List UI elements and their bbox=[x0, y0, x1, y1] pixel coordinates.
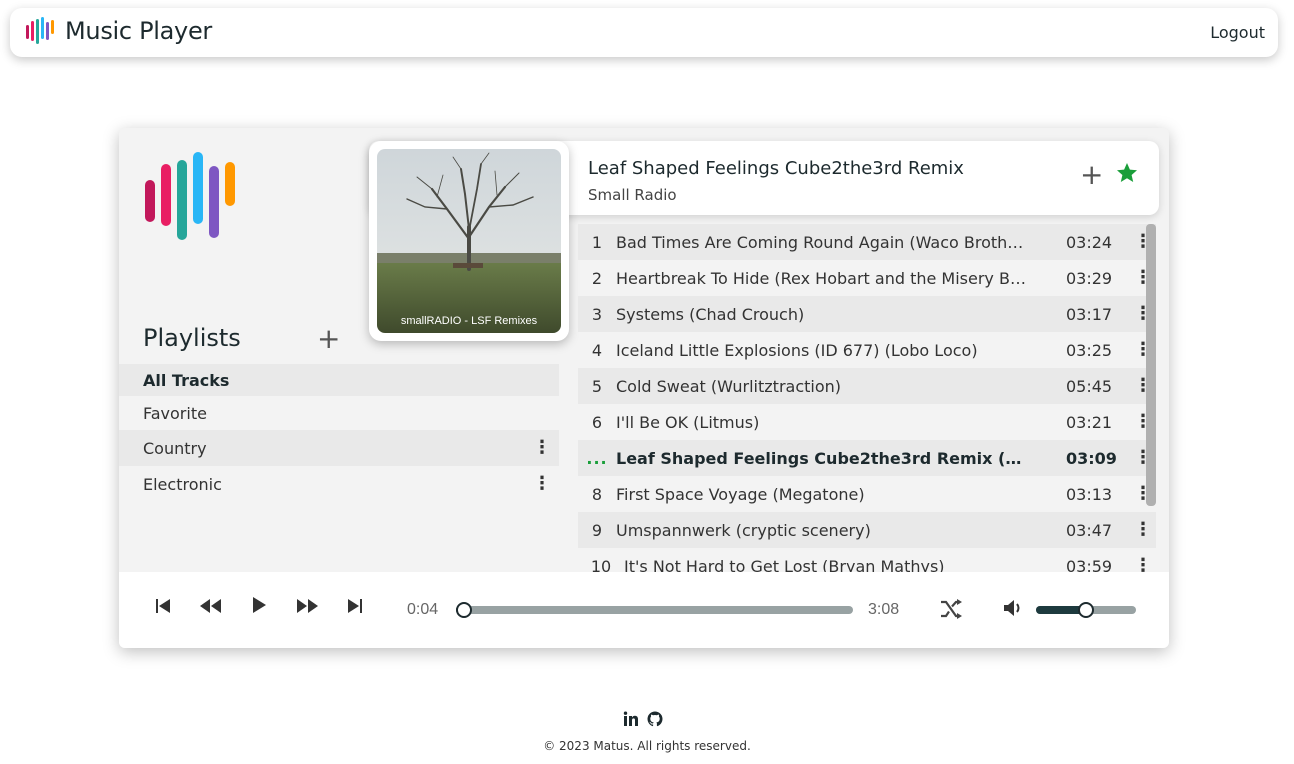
fast-forward-icon[interactable] bbox=[295, 598, 319, 614]
play-icon[interactable] bbox=[251, 596, 267, 614]
track-number: 5 bbox=[591, 376, 603, 396]
track-name: Leaf Shaped Feelings Cube2the3rd Remix (… bbox=[616, 448, 1066, 468]
progress-thumb[interactable] bbox=[455, 602, 472, 618]
track-name: Cold Sweat (Wurlitztraction) bbox=[616, 376, 842, 396]
playing-indicator: ... bbox=[586, 448, 608, 468]
social-links bbox=[623, 711, 663, 727]
kebab-icon[interactable]: ⋮ bbox=[1134, 377, 1152, 395]
kebab-icon[interactable]: ⋮ bbox=[1134, 485, 1152, 503]
shuffle-icon[interactable] bbox=[939, 598, 963, 620]
track-duration: 03:59 bbox=[1066, 556, 1113, 573]
kebab-icon[interactable]: ⋮ bbox=[1134, 341, 1152, 359]
track-duration: 03:47 bbox=[1066, 520, 1113, 540]
playlist-list: All Tracks Favorite Country ⋮ Electronic… bbox=[119, 364, 559, 502]
playlist-label: All Tracks bbox=[143, 370, 230, 390]
track-number: 8 bbox=[591, 484, 603, 504]
track-name: Umspannwerk (cryptic scenery) bbox=[616, 520, 871, 540]
album-art-frame: smallRADIO - LSF Remixes bbox=[369, 141, 569, 341]
track-number: 6 bbox=[591, 412, 603, 432]
star-icon[interactable] bbox=[1115, 161, 1139, 185]
progress-slider[interactable] bbox=[455, 602, 853, 618]
add-playlist-button[interactable]: + bbox=[317, 325, 340, 353]
track-duration: 03:09 bbox=[1066, 448, 1117, 468]
track-number: 10 bbox=[590, 556, 612, 573]
track-name: Heartbreak To Hide (Rex Hobart and the M… bbox=[616, 268, 1044, 288]
volume-thumb[interactable] bbox=[1078, 602, 1094, 618]
kebab-icon[interactable]: ⋮ bbox=[1134, 269, 1152, 287]
playlist-item-electronic[interactable]: Electronic ⋮ bbox=[119, 466, 559, 502]
equalizer-bars-icon bbox=[26, 17, 54, 44]
playlist-label: Country bbox=[143, 438, 207, 458]
total-time: 3:08 bbox=[868, 601, 900, 618]
now-playing-title: Leaf Shaped Feelings Cube2the3rd Remix bbox=[588, 158, 964, 179]
table-row[interactable]: 10 It's Not Hard to Get Lost (Bryan Math… bbox=[578, 548, 1156, 573]
kebab-icon[interactable]: ⋮ bbox=[1134, 305, 1152, 323]
track-name: Bad Times Are Coming Round Again (Waco B… bbox=[616, 232, 1039, 252]
kebab-icon[interactable]: ⋮ bbox=[533, 475, 551, 493]
kebab-icon[interactable]: ⋮ bbox=[1134, 557, 1152, 573]
track-duration: 03:17 bbox=[1066, 304, 1113, 324]
track-number: 9 bbox=[591, 520, 603, 540]
now-playing-artist: Small Radio bbox=[588, 186, 677, 204]
add-to-playlist-button[interactable]: + bbox=[1080, 161, 1103, 189]
kebab-icon[interactable]: ⋮ bbox=[1134, 233, 1152, 251]
track-name: I'll Be OK (Litmus) bbox=[616, 412, 760, 432]
playlist-item-country[interactable]: Country ⋮ bbox=[119, 430, 559, 466]
brand[interactable]: Music Player bbox=[25, 17, 212, 45]
tree-image bbox=[377, 149, 561, 333]
track-duration: 03:25 bbox=[1066, 340, 1113, 360]
track-duration: 03:13 bbox=[1066, 484, 1113, 504]
top-navbar: Music Player Logout bbox=[10, 8, 1278, 57]
table-row[interactable]: 5 Cold Sweat (Wurlitztraction) 05:45 ⋮ bbox=[578, 368, 1156, 404]
track-list-scrollbar[interactable] bbox=[1146, 224, 1156, 506]
album-caption: smallRADIO - LSF Remixes bbox=[400, 315, 538, 327]
music-player: Playlists + All Tracks Favorite Country … bbox=[119, 128, 1169, 648]
album-art: smallRADIO - LSF Remixes bbox=[377, 149, 561, 333]
kebab-icon[interactable]: ⋮ bbox=[1134, 449, 1152, 467]
skip-next-icon[interactable] bbox=[347, 598, 363, 614]
track-name: Iceland Little Explosions (ID 677) (Lobo… bbox=[616, 340, 978, 360]
github-icon[interactable] bbox=[647, 711, 663, 727]
track-name: First Space Voyage (Megatone) bbox=[616, 484, 865, 504]
track-duration: 05:45 bbox=[1066, 376, 1113, 396]
track-duration: 03:29 bbox=[1066, 268, 1113, 288]
track-number: 2 bbox=[591, 268, 603, 288]
track-name: It's Not Hard to Get Lost (Bryan Mathys) bbox=[624, 556, 945, 573]
current-time: 0:04 bbox=[407, 601, 439, 618]
skip-previous-icon[interactable] bbox=[155, 598, 171, 614]
table-row[interactable]: 4 Iceland Little Explosions (ID 677) (Lo… bbox=[578, 332, 1156, 368]
logout-button[interactable]: Logout bbox=[1210, 23, 1265, 42]
rewind-icon[interactable] bbox=[199, 598, 223, 614]
kebab-icon[interactable]: ⋮ bbox=[1134, 413, 1152, 431]
volume-slider[interactable] bbox=[1036, 602, 1136, 618]
kebab-icon[interactable]: ⋮ bbox=[1134, 521, 1152, 539]
playlist-label: Electronic bbox=[143, 474, 222, 494]
app-title: Music Player bbox=[65, 17, 212, 45]
track-name: Systems (Chad Crouch) bbox=[616, 304, 805, 324]
kebab-icon[interactable]: ⋮ bbox=[533, 439, 551, 457]
linkedin-icon[interactable] bbox=[623, 711, 639, 727]
playlist-item-all-tracks[interactable]: All Tracks bbox=[119, 364, 559, 396]
table-row[interactable]: 1 Bad Times Are Coming Round Again (Waco… bbox=[578, 224, 1156, 260]
track-list: 1 Bad Times Are Coming Round Again (Waco… bbox=[578, 224, 1156, 572]
playlist-item-favorite[interactable]: Favorite bbox=[119, 396, 559, 430]
equalizer-bars-icon bbox=[145, 152, 235, 240]
volume-icon[interactable] bbox=[1003, 598, 1025, 618]
track-number: 1 bbox=[591, 232, 603, 252]
track-duration: 03:21 bbox=[1066, 412, 1113, 432]
table-row[interactable]: 2 Heartbreak To Hide (Rex Hobart and the… bbox=[578, 260, 1156, 296]
playlists-heading: Playlists bbox=[143, 324, 241, 352]
copyright-text: © 2023 Matus. All rights reserved. bbox=[543, 739, 751, 753]
table-row-playing[interactable]: ... Leaf Shaped Feelings Cube2the3rd Rem… bbox=[578, 440, 1156, 476]
table-row[interactable]: 3 Systems (Chad Crouch) 03:17 ⋮ bbox=[578, 296, 1156, 332]
track-number: 4 bbox=[591, 340, 603, 360]
track-duration: 03:24 bbox=[1066, 232, 1113, 252]
table-row[interactable]: 8 First Space Voyage (Megatone) 03:13 ⋮ bbox=[578, 476, 1156, 512]
playback-controls: 0:04 3:08 bbox=[119, 572, 1169, 648]
playlist-label: Favorite bbox=[143, 403, 207, 423]
track-number: 3 bbox=[591, 304, 603, 324]
table-row[interactable]: 6 I'll Be OK (Litmus) 03:21 ⋮ bbox=[578, 404, 1156, 440]
table-row[interactable]: 9 Umspannwerk (cryptic scenery) 03:47 ⋮ bbox=[578, 512, 1156, 548]
